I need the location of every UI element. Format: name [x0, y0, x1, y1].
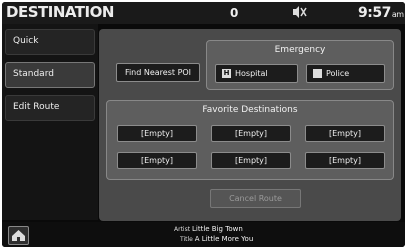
- now-playing-title: Title A Little More You: [180, 235, 253, 243]
- police-icon: [313, 69, 322, 78]
- home-button[interactable]: [8, 226, 29, 245]
- favorite-slot-6[interactable]: [Empty]: [305, 152, 385, 169]
- sidebar-item-label: Standard: [13, 69, 54, 79]
- title-prefix: Title: [180, 236, 193, 243]
- mute-icon: [291, 5, 307, 23]
- emergency-group: Emergency H Hospital Police: [206, 40, 394, 90]
- hospital-label: Hospital: [235, 69, 268, 78]
- status-number: 0: [230, 6, 239, 20]
- now-playing-bar: Artist Little Big Town Title A Little Mo…: [2, 222, 405, 247]
- favorites-title: Favorite Destinations: [202, 105, 298, 115]
- sidebar-item-label: Quick: [13, 36, 39, 46]
- favorite-slot-2[interactable]: [Empty]: [211, 125, 291, 142]
- hospital-icon: H: [222, 69, 231, 78]
- artist-prefix: Artist: [174, 226, 191, 233]
- emergency-title: Emergency: [274, 45, 326, 55]
- find-nearest-poi-button[interactable]: Find Nearest POI: [116, 63, 200, 82]
- artist-name: Little Big Town: [192, 225, 243, 233]
- home-icon: [12, 230, 25, 241]
- sidebar-item-quick[interactable]: Quick: [5, 29, 95, 55]
- favorites-group: Favorite Destinations [Empty] [Empty] [E…: [106, 100, 394, 180]
- hospital-button[interactable]: H Hospital: [215, 64, 298, 83]
- cancel-route-button[interactable]: Cancel Route: [210, 189, 301, 208]
- destination-panel: Find Nearest POI Emergency H Hospital Po…: [99, 29, 401, 221]
- favorite-slot-1[interactable]: [Empty]: [117, 125, 197, 142]
- nav-screen: DESTINATION 0 9:57am Quick Standard Edit…: [2, 2, 405, 247]
- police-button[interactable]: Police: [306, 64, 385, 83]
- sidebar-item-edit-route[interactable]: Edit Route: [5, 95, 95, 121]
- page-title: DESTINATION: [6, 3, 114, 21]
- track-title: A Little More You: [194, 235, 254, 243]
- status-bar: DESTINATION 0 9:57am: [2, 2, 405, 24]
- sidebar-item-label: Edit Route: [13, 102, 60, 112]
- favorite-slot-4[interactable]: [Empty]: [117, 152, 197, 169]
- clock: 9:57am: [358, 5, 404, 21]
- favorite-slot-3[interactable]: [Empty]: [305, 125, 385, 142]
- sidebar-item-standard[interactable]: Standard: [5, 62, 95, 88]
- police-label: Police: [326, 69, 350, 78]
- favorite-slot-5[interactable]: [Empty]: [211, 152, 291, 169]
- sidebar: Quick Standard Edit Route: [2, 24, 98, 220]
- now-playing-artist: Artist Little Big Town: [174, 225, 243, 233]
